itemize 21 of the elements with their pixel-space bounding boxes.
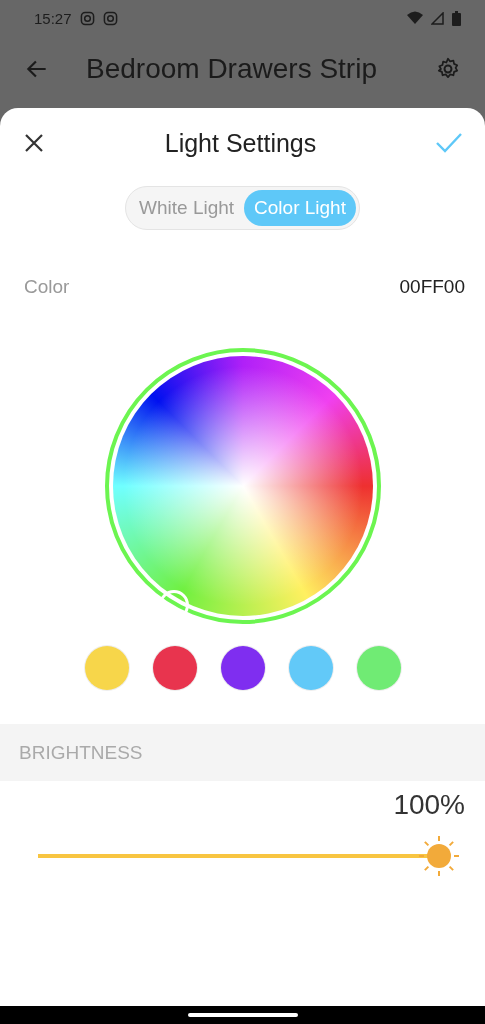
signal-icon: [431, 11, 444, 25]
sun-handle-icon[interactable]: [416, 833, 462, 879]
color-swatch[interactable]: [220, 646, 265, 690]
camera-icon: [79, 10, 95, 26]
brightness-heading: BRIGHTNESS: [19, 741, 143, 764]
color-swatch[interactable]: [288, 646, 333, 690]
color-label: Color: [24, 276, 70, 298]
sheet-title: Light Settings: [163, 128, 318, 158]
mode-tab[interactable]: Color Light: [244, 190, 356, 226]
color-value: 00FF00: [399, 276, 465, 298]
mode-tab[interactable]: White Light: [129, 190, 245, 226]
device-title: Bedroom Drawers Strip: [85, 53, 378, 85]
color-swatch[interactable]: [152, 646, 197, 690]
camera-icon: [102, 10, 118, 26]
wifi-icon: [407, 11, 423, 25]
color-swatch[interactable]: [84, 646, 129, 690]
battery-icon: [452, 10, 461, 26]
clock: 15:27: [34, 9, 72, 27]
color-swatch[interactable]: [356, 646, 401, 690]
brightness-reading: 100%: [392, 788, 466, 821]
color-wheel[interactable]: [104, 348, 381, 624]
